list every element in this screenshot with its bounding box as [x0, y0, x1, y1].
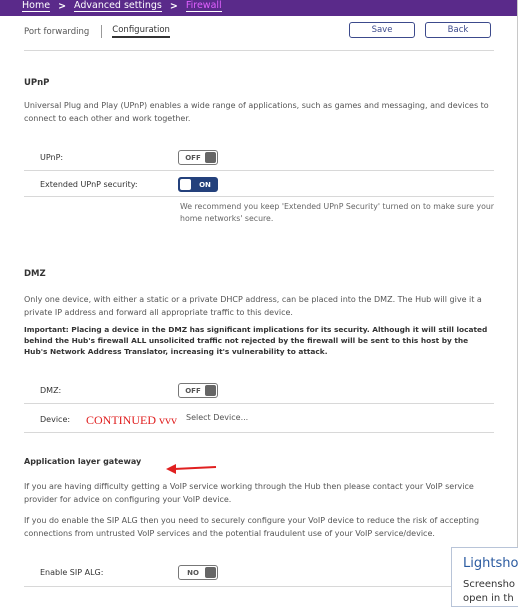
- arrow-left-icon: [166, 464, 217, 474]
- divider: [24, 432, 494, 433]
- dmz-toggle-state: OFF: [185, 386, 201, 395]
- sip-alg-toggle[interactable]: NO: [178, 565, 218, 580]
- continued-annotation: CONTINUED vvv: [86, 413, 177, 427]
- dmz-label: DMZ:: [40, 386, 62, 395]
- upnp-description: Universal Plug and Play (UPnP) enables a…: [24, 101, 489, 123]
- breadcrumb-advanced-settings[interactable]: Advanced settings: [74, 0, 162, 12]
- top-nav-bar: Home > Advanced settings > Firewall: [0, 0, 518, 16]
- tab-configuration[interactable]: Configuration: [112, 25, 170, 38]
- lightshot-notification[interactable]: Lightsho Screensho open in th: [451, 547, 518, 607]
- toggle-knob: [205, 567, 216, 578]
- divider: [24, 170, 494, 171]
- chevron-right-icon: >: [58, 0, 67, 12]
- chevron-right-icon: >: [169, 0, 178, 12]
- alg-description-2: If you do enable the SIP ALG then you ne…: [24, 516, 480, 538]
- divider: [24, 196, 494, 197]
- lightshot-text-2: open in th: [463, 593, 514, 604]
- upnp-toggle[interactable]: OFF: [178, 150, 218, 165]
- alg-description-1: If you are having difficulty getting a V…: [24, 482, 474, 504]
- extended-upnp-toggle[interactable]: ON: [178, 177, 218, 192]
- save-button[interactable]: Save: [349, 22, 415, 38]
- extended-upnp-label: Extended UPnP security:: [40, 180, 138, 189]
- tab-divider: [101, 25, 103, 38]
- dmz-heading: DMZ: [24, 269, 46, 279]
- breadcrumb-home[interactable]: Home: [22, 0, 51, 12]
- device-select[interactable]: Select Device...: [186, 413, 248, 422]
- toggle-knob: [205, 385, 216, 396]
- sip-alg-label: Enable SIP ALG:: [40, 568, 104, 577]
- dmz-toggle[interactable]: OFF: [178, 383, 218, 398]
- dmz-important-note: Important: Placing a device in the DMZ h…: [24, 325, 488, 356]
- upnp-toggle-state: OFF: [185, 153, 201, 162]
- divider: [24, 586, 494, 587]
- device-label: Device:: [40, 415, 71, 424]
- toggle-knob: [180, 179, 191, 190]
- lightshot-title: Lightsho: [463, 556, 518, 571]
- alg-heading: Application layer gateway: [24, 457, 142, 466]
- dmz-description: Only one device, with either a static or…: [24, 295, 482, 317]
- upnp-recommendation: We recommend you keep 'Extended UPnP Sec…: [180, 202, 494, 223]
- divider: [24, 403, 494, 404]
- tab-bar: Port forwarding Configuration: [24, 25, 170, 38]
- breadcrumb-firewall: Firewall: [185, 0, 222, 12]
- tab-port-forwarding[interactable]: Port forwarding: [24, 27, 89, 37]
- divider: [24, 50, 494, 51]
- upnp-heading: UPnP: [24, 78, 50, 88]
- breadcrumb: Home > Advanced settings > Firewall: [22, 0, 222, 12]
- lightshot-text-1: Screensho: [463, 579, 516, 590]
- back-button[interactable]: Back: [425, 22, 491, 38]
- upnp-label: UPnP:: [40, 153, 64, 162]
- toggle-knob: [205, 152, 216, 163]
- sip-alg-toggle-state: NO: [187, 568, 199, 577]
- extended-upnp-toggle-state: ON: [199, 180, 211, 189]
